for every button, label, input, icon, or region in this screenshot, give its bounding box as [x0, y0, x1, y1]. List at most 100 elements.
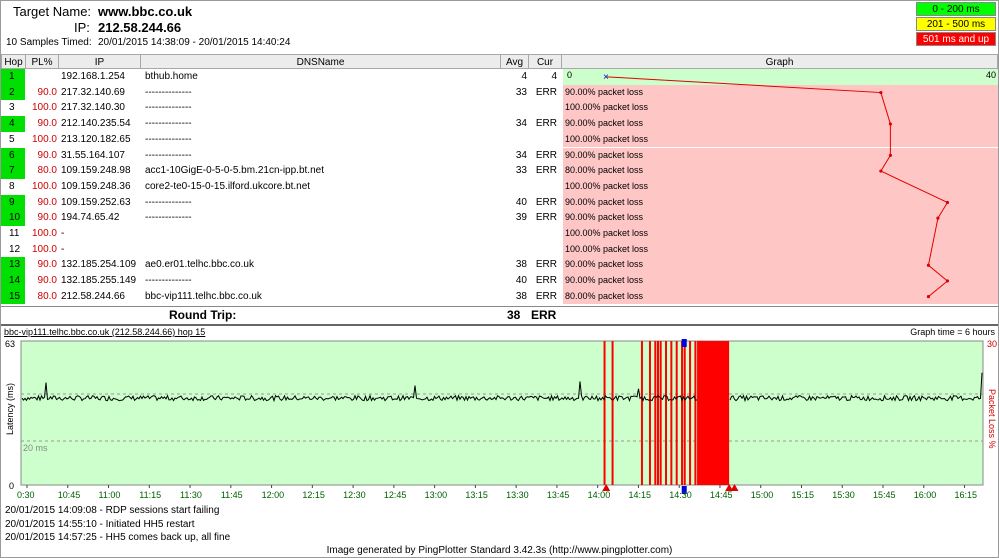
sample-window-marker[interactable]: [681, 339, 687, 347]
hop-row[interactable]: 7 80.0 109.159.248.98 acc1-10GigE-0-5-0-5.b…: [1, 163, 563, 179]
round-trip-cur: ERR: [531, 308, 557, 322]
hop-point-marker: ×: [603, 72, 609, 83]
hop-number: 7: [1, 163, 25, 179]
packet-loss-spike: [665, 341, 668, 485]
col-avg[interactable]: Avg: [501, 54, 529, 69]
ip-address: 109.159.252.63: [61, 196, 131, 208]
y-right-axis-label: Packet Loss %: [987, 389, 997, 449]
packet-loss-block: [697, 341, 730, 485]
packet-loss: 90.0: [37, 212, 57, 224]
dns-name: --------------: [145, 133, 192, 145]
round-trip-label: Round Trip:: [169, 308, 237, 322]
ip-address: 109.159.248.98: [61, 165, 131, 177]
packet-loss-spike: [611, 341, 614, 485]
cur-latency: 4: [551, 71, 557, 82]
x-tick-label: 11:30: [180, 490, 202, 500]
x-tick-label: 15:15: [791, 490, 814, 500]
avg-latency: 33: [515, 165, 527, 177]
hop-number: 12: [9, 243, 21, 255]
ip-value: 212.58.244.66: [98, 20, 182, 35]
dns-name: ae0.er01.telhc.bbc.co.uk: [145, 259, 254, 271]
hop-point: [926, 263, 931, 267]
hop-row[interactable]: 13 90.0 132.185.254.109 ae0.er01.telhc.bbc.…: [1, 257, 563, 274]
time-graph-panel: bbc-vip111.telhc.bbc.co.uk (212.58.244.6…: [1, 324, 998, 502]
dns-name: [145, 226, 501, 242]
hop-row[interactable]: 15 80.0 212.58.244.66 bbc-vip111.telhc.bbc.…: [1, 288, 563, 305]
x-tick-label: 14:45: [710, 490, 733, 500]
y-mid-label: 20 ms: [23, 443, 48, 453]
target-name-value: www.bbc.co.uk: [98, 4, 193, 19]
dns-name: --------------: [145, 212, 192, 224]
ip-address: 109.159.248.36: [61, 180, 131, 192]
samples-label: 10 Samples Timed:: [6, 37, 92, 48]
packet-loss-spike: [659, 341, 662, 485]
hop-row[interactable]: 6 90.0 31.55.164.107 -------------- 34 ERR: [1, 147, 563, 164]
dns-name: core2-te0-15-0-15.ilford.ukcore.bt.net: [145, 180, 311, 192]
hop-number: 9: [1, 194, 25, 211]
hop-number: 2: [1, 84, 25, 101]
avg-latency: 38: [515, 259, 527, 271]
x-tick-label: 10:45: [58, 490, 81, 500]
col-dns[interactable]: DNSName: [141, 54, 501, 69]
y-left-axis-label: Latency (ms): [5, 383, 15, 435]
hop-row[interactable]: 11 100.0-: [1, 226, 563, 242]
cur-latency: [529, 226, 557, 242]
x-tick-label: 16:15: [955, 490, 978, 500]
latency-time-chart[interactable]: 63 0 30 20 ms Latency (ms) Packet Loss %…: [1, 339, 998, 501]
hop-row[interactable]: 12 100.0-: [1, 242, 563, 258]
avg-latency: [501, 242, 527, 258]
hop-number: 1: [1, 69, 25, 85]
x-tick-label: 14:00: [588, 490, 611, 500]
time-graph-title[interactable]: bbc-vip111.telhc.bbc.co.uk (212.58.244.6…: [4, 327, 205, 337]
avg-latency: 34: [515, 118, 527, 130]
hop-row[interactable]: 2 90.0 217.32.140.69 -------------- 33 ERR: [1, 84, 563, 101]
hop-number: 4: [1, 116, 25, 132]
packet-loss-spike: [603, 341, 606, 485]
hop-row[interactable]: 3 100.0 217.32.140.30 --------------: [1, 100, 563, 116]
avg-latency: 40: [515, 196, 527, 208]
hop-row[interactable]: 4 90.0 212.140.235.54 -------------- 34 ERR: [1, 116, 563, 132]
ip-label: IP:: [74, 20, 90, 35]
dns-name: bthub.home: [145, 71, 198, 82]
ip-address: -: [61, 228, 65, 239]
cur-latency: ERR: [535, 290, 557, 302]
ip-address: 132.185.255.149: [61, 275, 137, 287]
packet-loss: 90.0: [37, 86, 57, 98]
latency-legend: 0 - 200 ms 201 - 500 ms 501 ms and up: [916, 2, 996, 47]
ip-address: 192.168.1.254: [61, 71, 125, 82]
cur-latency: [529, 179, 557, 195]
hop-row[interactable]: 9 90.0 109.159.252.63 -------------- 40 ERR: [1, 194, 563, 211]
col-pl[interactable]: PL%: [26, 54, 59, 69]
legend-red: 501 ms and up: [916, 32, 996, 46]
hop-row[interactable]: 10 90.0 194.74.65.42 -------------- 39 ERR: [1, 210, 563, 226]
hop-row[interactable]: 5 100.0 213.120.182.65 --------------: [1, 132, 563, 148]
dns-name: --------------: [145, 102, 192, 114]
col-hop[interactable]: Hop: [1, 54, 26, 69]
packet-loss: 100.0: [31, 102, 57, 114]
packet-loss: 100.0: [31, 243, 57, 255]
graph-time-label[interactable]: Graph time = 6 hours: [910, 327, 995, 337]
col-ip[interactable]: IP: [59, 54, 141, 69]
x-tick-label: 13:45: [547, 490, 570, 500]
hop-row[interactable]: 1 192.168.1.254 bthub.home 4 4: [1, 69, 563, 85]
legend-yellow: 201 - 500 ms: [916, 17, 996, 31]
cur-latency: [529, 100, 557, 116]
avg-latency: 40: [515, 275, 527, 287]
x-tick-label: 0:30: [17, 490, 35, 500]
hop-row[interactable]: 14 90.0 132.185.255.149 -------------- 40 ERR: [1, 273, 563, 289]
col-graph[interactable]: Graph: [562, 54, 998, 69]
avg-latency: [501, 132, 527, 148]
packet-loss: 90.0: [37, 196, 57, 208]
legend-green: 0 - 200 ms: [916, 2, 996, 16]
hop-row[interactable]: 8 100.0 109.159.248.36 core2-te0-15-0-15.il…: [1, 179, 563, 195]
cur-latency: ERR: [535, 196, 557, 208]
hop-point: [879, 90, 883, 95]
col-cur[interactable]: Cur: [529, 54, 562, 69]
cur-latency: ERR: [535, 118, 557, 130]
cur-latency: ERR: [535, 86, 557, 98]
avg-latency: 4: [521, 71, 527, 82]
hop-point: [945, 200, 950, 205]
note-1: 20/01/2015 14:09:08 - RDP sessions start…: [5, 505, 220, 516]
y-left-min: 0: [9, 481, 14, 491]
avg-latency: 33: [515, 86, 527, 98]
